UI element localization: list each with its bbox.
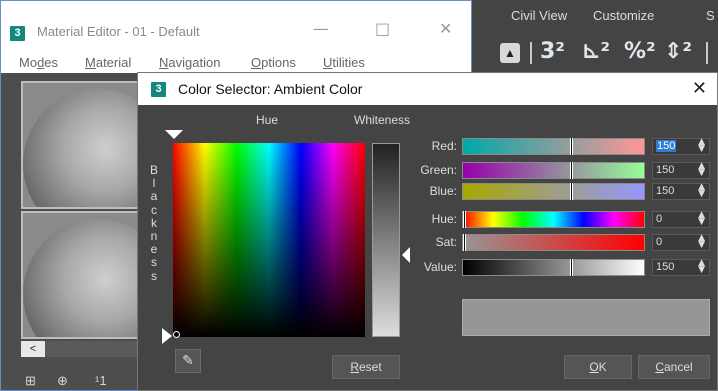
toolbar-separator [530,42,532,64]
sat-spinner[interactable]: 0 ▲ ▼ [652,234,710,251]
spinner-arrows-icon[interactable]: ▲ ▼ [698,162,705,178]
undo-arrow-icon[interactable]: ▲ [500,43,520,63]
blackness-letter: c [151,202,157,217]
material-editor-menubar: Modes Material Navigation Options Utilit… [1,51,471,73]
percent-snap-icon[interactable]: %² [624,40,656,64]
blackness-marker-triangle-icon[interactable] [162,328,172,344]
material-editor-titlebar[interactable]: 3 Material Editor - 01 - Default — □ ✕ [1,1,471,51]
material-slot[interactable] [21,211,149,339]
spinner-down-icon[interactable]: ▼ [698,190,705,199]
spinner-down-icon[interactable]: ▼ [698,145,705,154]
spinner-arrows-icon[interactable]: ▲ ▼ [698,211,705,227]
material-slot[interactable] [21,81,149,209]
spinner-down-icon[interactable]: ▼ [698,266,705,275]
red-slider-thumb[interactable] [570,138,573,155]
sat-slider[interactable] [462,234,645,251]
red-slider[interactable] [462,138,645,155]
max-main-toolbar: ▲ 3² ⊾² %² ⇕² [460,36,718,70]
sat-slider-thumb[interactable] [463,234,466,251]
ok-button[interactable]: OK [564,355,632,379]
whiteness-bar[interactable] [372,143,400,337]
material-sphere-preview [23,219,147,337]
menu-navigation[interactable]: Navigation [159,55,220,70]
sat-label: Sat: [435,235,457,249]
hue-label: Hue [256,113,279,127]
picker-cursor-icon [173,331,180,338]
hue-label: Hue: [431,212,457,226]
maximize-icon[interactable]: □ [375,19,390,38]
dialog-title: Color Selector: Ambient Color [178,81,363,97]
spinner-arrows-icon[interactable]: ▲ ▼ [698,138,705,154]
value-slider-thumb[interactable] [570,259,573,276]
value-value[interactable]: 150 [656,261,674,273]
blue-spinner[interactable]: 150 ▲ ▼ [652,183,710,200]
color-selector-dialog: 3 Color Selector: Ambient Color ✕ Hue Wh… [137,72,718,391]
minimize-icon[interactable]: — [313,19,329,38]
hue-spinner[interactable]: 0 ▲ ▼ [652,211,710,228]
red-value[interactable]: 150 [656,140,677,152]
spinner-arrows-icon[interactable]: ▲ ▼ [698,259,705,275]
red-spinner[interactable]: 150 ▲ ▼ [652,138,710,155]
hue-marker-triangle-icon[interactable] [165,130,183,139]
app-logo-icon: 3 [10,26,25,41]
whiteness-label: Whiteness [354,113,411,127]
close-icon[interactable]: ✕ [692,78,707,99]
blackness-letter: a [150,189,158,204]
material-sphere-preview [23,89,147,207]
green-slider[interactable] [462,162,645,179]
spinner-down-icon[interactable]: ▼ [698,169,705,178]
menu-material[interactable]: Material [85,55,131,70]
material-editor-bottom-toolbar: ⊞ ⊕ ¹1 [21,369,141,391]
angle-snap-icon[interactable]: ⊾² [582,40,610,64]
eyedropper-icon[interactable]: ✎ [175,349,201,373]
app-logo-icon: 3 [151,82,166,97]
blue-slider-thumb[interactable] [570,183,573,200]
spinner-arrows-icon[interactable]: ▲ ▼ [698,183,705,199]
hue-slider[interactable] [462,211,645,228]
max-menubar: Civil View Customize S [460,0,718,36]
blackness-label: Blackness [149,163,159,283]
blue-slider[interactable] [462,183,645,200]
sample-uv-tiling-icon[interactable]: ¹1 [95,373,107,388]
scroll-left-button[interactable]: < [21,341,45,357]
menu-utilities[interactable]: Utilities [323,55,365,70]
sat-value[interactable]: 0 [656,236,662,248]
spinner-snap-icon[interactable]: ⇕² [664,40,692,64]
toolbar-separator [706,42,708,64]
cancel-button[interactable]: Cancel [638,355,710,379]
window-title: Material Editor - 01 - Default [37,24,200,39]
close-icon[interactable]: ✕ [439,19,452,38]
menu-modes[interactable]: Modes [19,55,58,70]
hue-slider-thumb[interactable] [463,211,466,228]
green-value[interactable]: 150 [656,164,674,176]
sample-type-icon[interactable]: ⊞ [25,373,36,389]
green-spinner[interactable]: 150 ▲ ▼ [652,162,710,179]
menu-customize[interactable]: Customize [593,8,654,23]
reset-button[interactable]: Reset [332,355,400,379]
spinner-arrows-icon[interactable]: ▲ ▼ [698,234,705,250]
hue-value[interactable]: 0 [656,213,662,225]
color-preview-swatch [462,299,710,336]
green-label: Green: [420,163,457,177]
blackness-letter: s [151,255,157,270]
horizontal-scrollbar[interactable] [45,341,139,357]
color-selector-titlebar[interactable]: 3 Color Selector: Ambient Color ✕ [138,73,717,105]
menu-civil-view[interactable]: Civil View [511,8,567,23]
red-label: Red: [431,139,457,153]
blue-label: Blue: [429,184,457,198]
backlight-icon[interactable]: ⊕ [57,373,68,389]
value-label: Value: [423,260,457,274]
menu-s-truncated[interactable]: S [706,8,715,23]
value-spinner[interactable]: 150 ▲ ▼ [652,259,710,276]
menu-options[interactable]: Options [251,55,296,70]
hue-blackness-picker[interactable] [173,143,365,337]
blue-value[interactable]: 150 [656,185,674,197]
spinner-down-icon[interactable]: ▼ [698,218,705,227]
snap-3d-icon[interactable]: 3² [540,40,565,64]
green-slider-thumb[interactable] [570,162,573,179]
spinner-down-icon[interactable]: ▼ [698,241,705,250]
value-slider[interactable] [462,259,645,276]
blackness-letter: s [151,268,157,283]
